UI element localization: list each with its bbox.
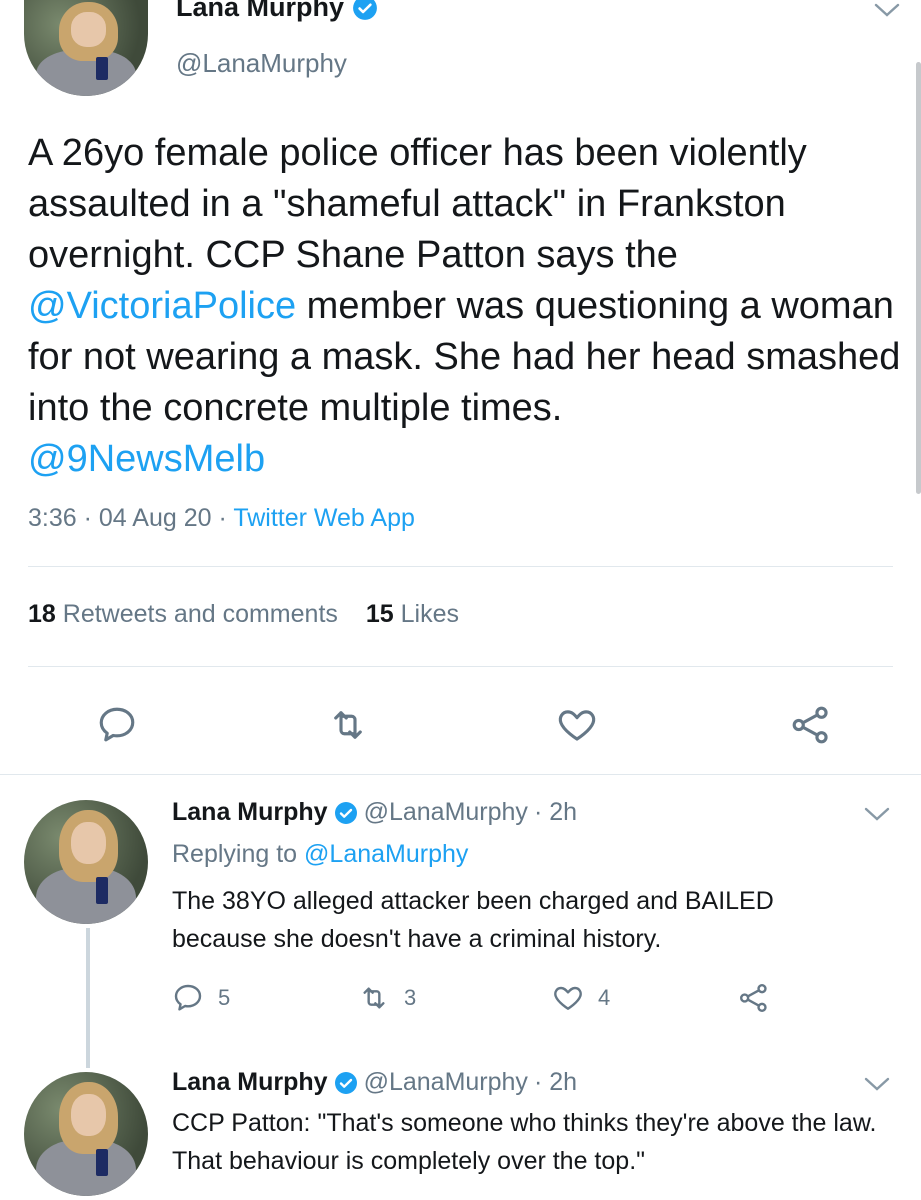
divider bbox=[0, 774, 921, 775]
reply-button[interactable]: 5 bbox=[172, 982, 230, 1014]
replying-to-link[interactable]: @LanaMurphy bbox=[304, 840, 468, 868]
reply-actions: 5 3 4 bbox=[0, 982, 921, 1022]
retweets-count: 18 bbox=[28, 600, 56, 628]
like-button[interactable]: 4 bbox=[552, 982, 610, 1014]
mention-link[interactable]: @9NewsMelb bbox=[28, 438, 265, 480]
main-avatar[interactable] bbox=[24, 0, 148, 96]
retweets-label: Retweets and comments bbox=[62, 600, 338, 628]
main-author-handle[interactable]: @LanaMurphy bbox=[176, 48, 347, 79]
retweet-icon[interactable] bbox=[358, 982, 390, 1014]
replying-prefix: Replying to bbox=[172, 840, 298, 868]
reply-author-handle[interactable]: @LanaMurphy bbox=[364, 798, 528, 827]
share-icon[interactable] bbox=[790, 704, 832, 746]
share-icon[interactable] bbox=[738, 982, 770, 1014]
reply-text: CCP Patton: "That's someone who thinks t… bbox=[172, 1109, 877, 1175]
mention-link[interactable]: @VictoriaPolice bbox=[28, 285, 296, 327]
like-count: 4 bbox=[598, 985, 611, 1010]
tweet-time: 3:36 bbox=[28, 504, 77, 532]
like-icon[interactable] bbox=[556, 704, 598, 746]
tweet-actions bbox=[0, 700, 921, 750]
retweet-icon[interactable] bbox=[327, 704, 369, 746]
tweet-stats: 18 Retweets and comments 15 Likes bbox=[28, 600, 459, 629]
tweet-date: 04 Aug 20 bbox=[98, 504, 212, 532]
reply-age: · 2h bbox=[533, 798, 578, 826]
reply-author-name[interactable]: Lana Murphy bbox=[172, 798, 328, 827]
reply-header: Lana Murphy @LanaMurphy · 2h bbox=[172, 798, 577, 827]
reply-author-name[interactable]: Lana Murphy bbox=[172, 1068, 328, 1097]
reply-icon[interactable] bbox=[96, 704, 138, 746]
verified-badge-icon bbox=[334, 801, 357, 824]
reply-avatar[interactable] bbox=[24, 800, 148, 924]
likes-stat[interactable]: 15 Likes bbox=[366, 600, 459, 629]
like-icon[interactable] bbox=[552, 982, 584, 1014]
tweet-detail-screen: Lana Murphy @LanaMurphy A 26yo female po… bbox=[0, 0, 921, 1200]
tweet-text: A 26yo female police officer has been vi… bbox=[28, 128, 908, 485]
reply-age: · 2h bbox=[533, 1068, 578, 1096]
chevron-down-icon[interactable] bbox=[874, 2, 900, 18]
likes-count: 15 bbox=[365, 600, 394, 628]
main-author-name[interactable]: Lana Murphy bbox=[176, 0, 344, 23]
verified-badge-icon bbox=[353, 0, 377, 20]
tweet-text-part: A 26yo female police officer has been vi… bbox=[28, 132, 807, 276]
reply-author-handle[interactable]: @LanaMurphy bbox=[364, 1068, 528, 1097]
replying-to: Replying to @LanaMurphy bbox=[172, 840, 468, 869]
tweet-source-app[interactable]: Twitter Web App bbox=[233, 504, 415, 532]
retweet-count: 3 bbox=[404, 985, 417, 1010]
main-author[interactable]: Lana Murphy bbox=[176, 0, 378, 23]
reply-avatar[interactable] bbox=[24, 1072, 148, 1196]
separator: · bbox=[83, 504, 99, 532]
verified-badge-icon bbox=[334, 1071, 357, 1094]
chevron-down-icon[interactable] bbox=[864, 1076, 890, 1092]
tweet-meta: 3:36 · 04 Aug 20 · Twitter Web App bbox=[28, 504, 415, 533]
reply-header: Lana Murphy @LanaMurphy · 2h bbox=[172, 1068, 577, 1097]
divider bbox=[28, 566, 893, 567]
retweet-button[interactable]: 3 bbox=[358, 982, 416, 1014]
reply-icon[interactable] bbox=[172, 982, 204, 1014]
separator: · bbox=[218, 504, 234, 532]
reply-count: 5 bbox=[218, 985, 231, 1010]
chevron-down-icon[interactable] bbox=[864, 806, 890, 822]
divider bbox=[28, 666, 893, 667]
scrollbar[interactable] bbox=[916, 62, 921, 494]
retweets-stat[interactable]: 18 Retweets and comments bbox=[28, 600, 338, 629]
share-button[interactable] bbox=[738, 982, 770, 1014]
likes-label: Likes bbox=[400, 600, 460, 628]
reply-text: The 38YO alleged attacker been charged a… bbox=[172, 887, 774, 953]
